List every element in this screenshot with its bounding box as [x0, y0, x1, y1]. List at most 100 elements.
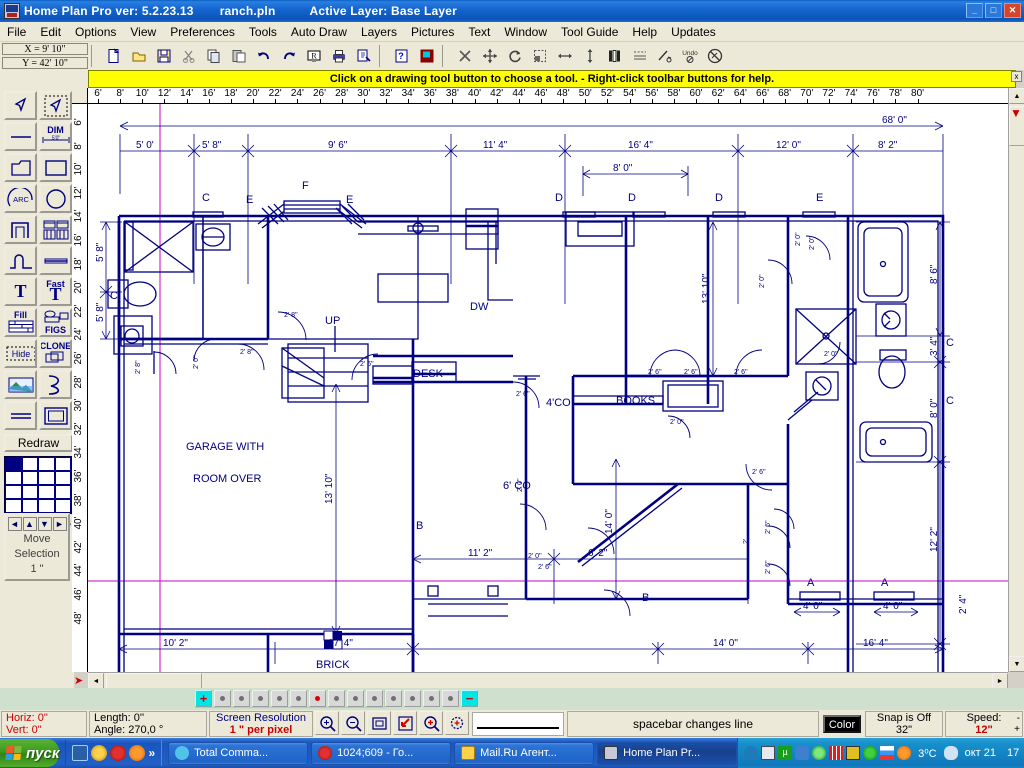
line-weight-dot[interactable] [442, 690, 459, 707]
freehand-tool[interactable] [39, 370, 72, 399]
undo-zero-icon[interactable]: Undo [678, 45, 701, 68]
line-weight-dot[interactable] [423, 690, 440, 707]
color-swatch[interactable] [5, 457, 22, 471]
taskbar-item-mail-agent[interactable]: Mail.Ru Агент... [454, 742, 594, 765]
line-weight-dot[interactable] [214, 690, 231, 707]
color-swatch[interactable] [55, 457, 72, 471]
back-icon[interactable] [744, 746, 758, 760]
menu-view[interactable]: View [123, 23, 163, 41]
color-swatch[interactable] [22, 499, 39, 513]
drawing-canvas[interactable]: .w { stroke:#000080; stroke-width:1.3; f… [88, 104, 1008, 672]
register-icon[interactable]: R [302, 45, 325, 68]
speed-field[interactable]: Speed: 12" - + [945, 711, 1023, 737]
dimension-tool[interactable]: DIM 5'0" [39, 122, 72, 151]
floor-plan-drawing[interactable]: .w { stroke:#000080; stroke-width:1.3; f… [88, 104, 1008, 672]
menu-edit[interactable]: Edit [33, 23, 68, 41]
taskbar-item-total-commander[interactable]: Total Comma... [168, 742, 308, 765]
scroll-right-arrow[interactable]: ► [992, 673, 1008, 689]
line-weight-dot[interactable] [233, 690, 250, 707]
line-weight-increase[interactable]: + [195, 690, 212, 707]
menu-auto-draw[interactable]: Auto Draw [284, 23, 354, 41]
picture-tool[interactable] [4, 370, 37, 399]
opera-icon[interactable] [110, 745, 126, 761]
menu-help[interactable]: Help [625, 23, 664, 41]
open-folder-icon[interactable] [127, 45, 150, 68]
scroll-down-arrow[interactable]: ▼ [1009, 656, 1024, 672]
circle-tool[interactable] [39, 184, 72, 213]
zoom-out-icon[interactable] [341, 711, 365, 735]
menu-preferences[interactable]: Preferences [163, 23, 242, 41]
line-weight-dot[interactable] [328, 690, 345, 707]
move-icon[interactable] [478, 45, 501, 68]
horizontal-scrollbar[interactable]: ◄ ► [88, 672, 1008, 688]
color-swatch[interactable] [38, 499, 55, 513]
move-down-button[interactable]: ▼ [38, 517, 52, 531]
stairs-tool[interactable] [4, 246, 37, 275]
menu-updates[interactable]: Updates [664, 23, 723, 41]
frame-tool[interactable] [39, 401, 72, 430]
menu-pictures[interactable]: Pictures [404, 23, 461, 41]
menu-options[interactable]: Options [68, 23, 123, 41]
zoom-select-icon[interactable] [393, 711, 417, 735]
print-preview-icon[interactable] [352, 45, 375, 68]
color-fill-icon[interactable] [415, 45, 438, 68]
line-weight-dot[interactable] [347, 690, 364, 707]
line-weight-dot[interactable] [271, 690, 288, 707]
window-grid-tool[interactable] [39, 215, 72, 244]
zoom-in-icon[interactable] [315, 711, 339, 735]
start-button[interactable]: пуск [0, 739, 59, 767]
select-arrow-tool[interactable] [4, 91, 37, 120]
fast-text-tool[interactable]: Fast T [39, 277, 72, 306]
taskbar-item-opera[interactable]: 1024;609 - Го... [311, 742, 451, 765]
zoom-window-icon[interactable] [419, 711, 443, 735]
snap-field[interactable]: Snap is Off 32" [865, 711, 943, 737]
color-swatch[interactable] [5, 485, 22, 499]
at-icon[interactable] [863, 746, 877, 760]
taskbar-item-home-plan-pro[interactable]: Home Plan Pr... [597, 742, 737, 765]
menu-layers[interactable]: Layers [354, 23, 404, 41]
speed-decrease-button[interactable]: - [1017, 713, 1020, 724]
redo-icon[interactable] [277, 45, 300, 68]
figures-tool[interactable]: FIGS [39, 308, 72, 337]
minimize-button[interactable]: _ [966, 3, 983, 18]
new-file-icon[interactable] [102, 45, 125, 68]
move-left-button[interactable]: ◄ [8, 517, 22, 531]
select-area-icon[interactable] [528, 45, 551, 68]
line-weight-decrease[interactable]: − [461, 690, 478, 707]
color-swatch[interactable] [55, 471, 72, 485]
color-swatch[interactable] [5, 471, 22, 485]
media-icon[interactable] [812, 746, 826, 760]
vertical-scrollbar[interactable]: ▲ ▼ [1008, 88, 1024, 672]
utorrent-icon[interactable]: µ [778, 746, 792, 760]
opera-tray-icon[interactable] [897, 746, 911, 760]
hint-close-icon[interactable]: x [1011, 71, 1022, 82]
text-tool[interactable]: T [4, 277, 37, 306]
print-icon[interactable] [327, 45, 350, 68]
menu-window[interactable]: Window [497, 23, 554, 41]
firefox-icon[interactable] [129, 745, 145, 761]
arc-tool[interactable]: ARC [4, 184, 37, 213]
beam-tool[interactable] [39, 246, 72, 275]
select-box-arrow-tool[interactable] [39, 91, 72, 120]
line-weight-dot[interactable] [366, 690, 383, 707]
menu-text[interactable]: Text [461, 23, 497, 41]
redraw-button[interactable]: Redraw [4, 434, 73, 452]
paste-icon[interactable] [227, 45, 250, 68]
opera-mail-icon[interactable] [91, 745, 107, 761]
show-desktop-icon[interactable] [72, 745, 88, 761]
wall-tool[interactable] [4, 215, 37, 244]
color-swatch[interactable] [22, 457, 39, 471]
undo-icon[interactable] [252, 45, 275, 68]
lines-icon[interactable] [628, 45, 651, 68]
color-swatch[interactable] [22, 485, 39, 499]
color-swatch[interactable] [38, 457, 55, 471]
flag-icon[interactable] [880, 746, 894, 760]
measure-icon[interactable] [653, 45, 676, 68]
rotate-icon[interactable] [503, 45, 526, 68]
line-weight-dot[interactable] [290, 690, 307, 707]
battery-icon[interactable] [846, 746, 860, 760]
quick-launch-more-icon[interactable]: » [148, 746, 155, 760]
color-swatch[interactable] [5, 499, 22, 513]
cut-scissors-icon[interactable] [177, 45, 200, 68]
menu-tool-guide[interactable]: Tool Guide [554, 23, 625, 41]
